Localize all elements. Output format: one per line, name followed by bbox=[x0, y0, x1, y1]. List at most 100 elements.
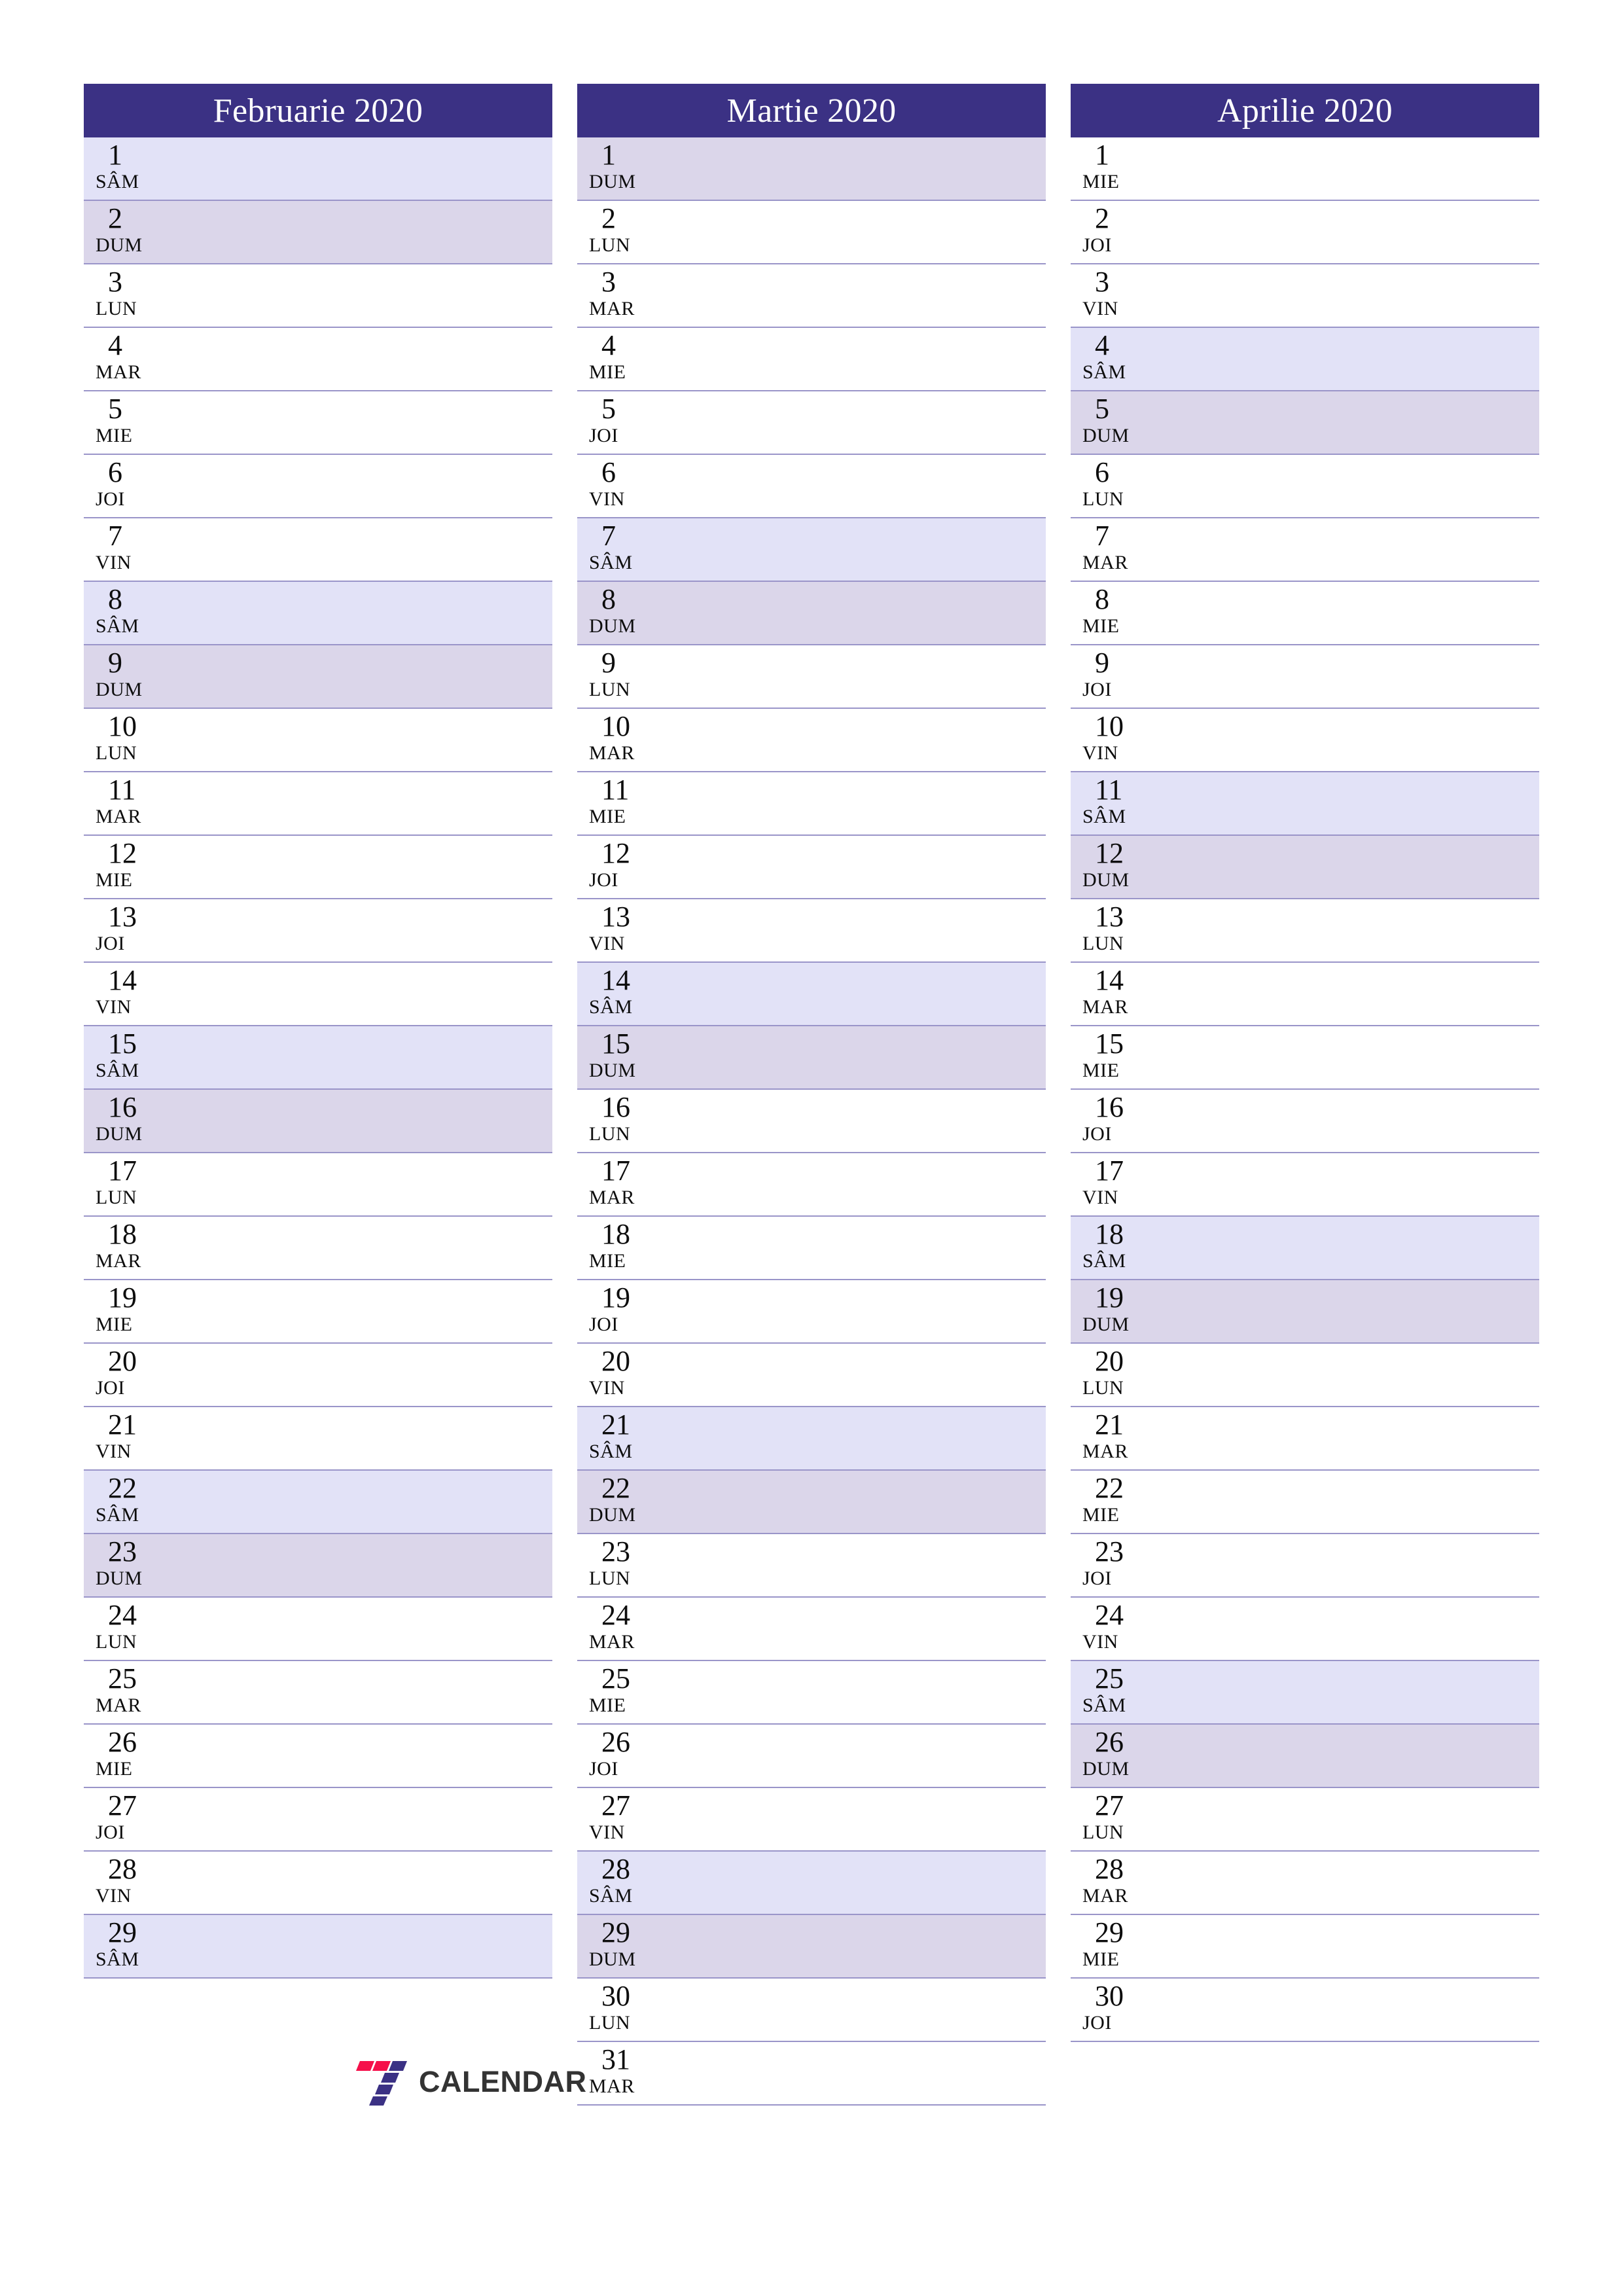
day-row[interactable]: 19 JOI bbox=[577, 1280, 1046, 1344]
day-row[interactable]: 30 JOI bbox=[1071, 1979, 1539, 2042]
day-row[interactable]: 14 MAR bbox=[1071, 963, 1539, 1026]
day-row[interactable]: 4 MIE bbox=[577, 328, 1046, 391]
day-number: 2 bbox=[108, 202, 122, 234]
day-weekday-abbr: JOI bbox=[589, 869, 618, 891]
day-row[interactable]: 16 JOI bbox=[1071, 1090, 1539, 1153]
day-row[interactable]: 27 VIN bbox=[577, 1788, 1046, 1852]
day-row[interactable]: 13 JOI bbox=[84, 899, 552, 963]
day-row[interactable]: 10 LUN bbox=[84, 709, 552, 772]
day-row[interactable]: 8 MIE bbox=[1071, 582, 1539, 645]
day-row[interactable]: 27 LUN bbox=[1071, 1788, 1539, 1852]
day-row[interactable]: 26 MIE bbox=[84, 1725, 552, 1788]
day-row[interactable]: 24 LUN bbox=[84, 1598, 552, 1661]
day-row[interactable]: 6 VIN bbox=[577, 455, 1046, 518]
day-row[interactable]: 21 VIN bbox=[84, 1407, 552, 1471]
day-row[interactable]: 19 MIE bbox=[84, 1280, 552, 1344]
day-row[interactable]: 4 MAR bbox=[84, 328, 552, 391]
day-row[interactable]: 28 SÂM bbox=[577, 1852, 1046, 1915]
day-row[interactable]: 6 LUN bbox=[1071, 455, 1539, 518]
day-row[interactable]: 28 VIN bbox=[84, 1852, 552, 1915]
day-row[interactable]: 17 LUN bbox=[84, 1153, 552, 1217]
day-row[interactable]: 5 DUM bbox=[1071, 391, 1539, 455]
day-row[interactable]: 13 VIN bbox=[577, 899, 1046, 963]
day-row[interactable]: 16 DUM bbox=[84, 1090, 552, 1153]
day-row[interactable]: 20 VIN bbox=[577, 1344, 1046, 1407]
day-row[interactable]: 17 VIN bbox=[1071, 1153, 1539, 1217]
day-row[interactable]: 24 MAR bbox=[577, 1598, 1046, 1661]
day-row[interactable]: 18 SÂM bbox=[1071, 1217, 1539, 1280]
day-row[interactable]: 25 MIE bbox=[577, 1661, 1046, 1725]
day-row[interactable]: 5 MIE bbox=[84, 391, 552, 455]
day-row[interactable]: 14 SÂM bbox=[577, 963, 1046, 1026]
day-row[interactable]: 12 DUM bbox=[1071, 836, 1539, 899]
day-row[interactable]: 29 DUM bbox=[577, 1915, 1046, 1979]
day-row[interactable]: 20 JOI bbox=[84, 1344, 552, 1407]
day-row[interactable]: 26 JOI bbox=[577, 1725, 1046, 1788]
day-row[interactable]: 19 DUM bbox=[1071, 1280, 1539, 1344]
day-row[interactable]: 31 MAR bbox=[577, 2042, 1046, 2106]
day-row[interactable]: 23 JOI bbox=[1071, 1534, 1539, 1598]
day-row[interactable]: 22 MIE bbox=[1071, 1471, 1539, 1534]
day-row[interactable]: 2 LUN bbox=[577, 201, 1046, 264]
day-row[interactable]: 3 LUN bbox=[84, 264, 552, 328]
day-row[interactable]: 29 MIE bbox=[1071, 1915, 1539, 1979]
day-row[interactable]: 21 SÂM bbox=[577, 1407, 1046, 1471]
day-row[interactable]: 15 DUM bbox=[577, 1026, 1046, 1090]
day-row[interactable]: 9 JOI bbox=[1071, 645, 1539, 709]
day-row[interactable]: 6 JOI bbox=[84, 455, 552, 518]
day-row[interactable]: 17 MAR bbox=[577, 1153, 1046, 1217]
day-weekday-abbr: DUM bbox=[589, 615, 636, 637]
day-row[interactable]: 26 DUM bbox=[1071, 1725, 1539, 1788]
day-row[interactable]: 30 LUN bbox=[577, 1979, 1046, 2042]
day-row[interactable]: 24 VIN bbox=[1071, 1598, 1539, 1661]
day-row[interactable]: 25 SÂM bbox=[1071, 1661, 1539, 1725]
day-row[interactable]: 9 DUM bbox=[84, 645, 552, 709]
day-row[interactable]: 23 DUM bbox=[84, 1534, 552, 1598]
day-row[interactable]: 16 LUN bbox=[577, 1090, 1046, 1153]
day-row[interactable]: 27 JOI bbox=[84, 1788, 552, 1852]
day-weekday-abbr: MIE bbox=[96, 1314, 133, 1335]
day-row[interactable]: 10 VIN bbox=[1071, 709, 1539, 772]
day-weekday-abbr: MIE bbox=[96, 869, 133, 891]
day-row[interactable]: 7 SÂM bbox=[577, 518, 1046, 582]
day-weekday-abbr: SÂM bbox=[96, 1504, 139, 1526]
day-row[interactable]: 1 SÂM bbox=[84, 137, 552, 201]
day-row[interactable]: 21 MAR bbox=[1071, 1407, 1539, 1471]
day-row[interactable]: 12 MIE bbox=[84, 836, 552, 899]
day-row[interactable]: 12 JOI bbox=[577, 836, 1046, 899]
day-row[interactable]: 23 LUN bbox=[577, 1534, 1046, 1598]
day-row[interactable]: 3 VIN bbox=[1071, 264, 1539, 328]
day-row[interactable]: 9 LUN bbox=[577, 645, 1046, 709]
day-row[interactable]: 7 MAR bbox=[1071, 518, 1539, 582]
day-row[interactable]: 1 DUM bbox=[577, 137, 1046, 201]
day-row[interactable]: 14 VIN bbox=[84, 963, 552, 1026]
day-row[interactable]: 3 MAR bbox=[577, 264, 1046, 328]
day-row[interactable]: 8 SÂM bbox=[84, 582, 552, 645]
day-row[interactable]: 11 MAR bbox=[84, 772, 552, 836]
day-row[interactable]: 20 LUN bbox=[1071, 1344, 1539, 1407]
day-row[interactable]: 2 JOI bbox=[1071, 201, 1539, 264]
day-row[interactable]: 11 SÂM bbox=[1071, 772, 1539, 836]
day-row[interactable]: 2 DUM bbox=[84, 201, 552, 264]
day-weekday-abbr: DUM bbox=[1082, 425, 1130, 446]
day-row[interactable]: 29 SÂM bbox=[84, 1915, 552, 1979]
day-row[interactable]: 28 MAR bbox=[1071, 1852, 1539, 1915]
day-number: 10 bbox=[108, 710, 137, 742]
day-row[interactable]: 13 LUN bbox=[1071, 899, 1539, 963]
day-row[interactable]: 15 MIE bbox=[1071, 1026, 1539, 1090]
day-row[interactable]: 18 MIE bbox=[577, 1217, 1046, 1280]
day-number: 14 bbox=[601, 964, 630, 996]
day-row[interactable]: 10 MAR bbox=[577, 709, 1046, 772]
day-row[interactable]: 11 MIE bbox=[577, 772, 1046, 836]
day-row[interactable]: 5 JOI bbox=[577, 391, 1046, 455]
day-row[interactable]: 8 DUM bbox=[577, 582, 1046, 645]
day-number: 12 bbox=[108, 837, 137, 869]
day-row[interactable]: 25 MAR bbox=[84, 1661, 552, 1725]
day-row[interactable]: 22 SÂM bbox=[84, 1471, 552, 1534]
day-row[interactable]: 22 DUM bbox=[577, 1471, 1046, 1534]
day-row[interactable]: 15 SÂM bbox=[84, 1026, 552, 1090]
day-row[interactable]: 7 VIN bbox=[84, 518, 552, 582]
day-row[interactable]: 1 MIE bbox=[1071, 137, 1539, 201]
day-row[interactable]: 4 SÂM bbox=[1071, 328, 1539, 391]
day-row[interactable]: 18 MAR bbox=[84, 1217, 552, 1280]
